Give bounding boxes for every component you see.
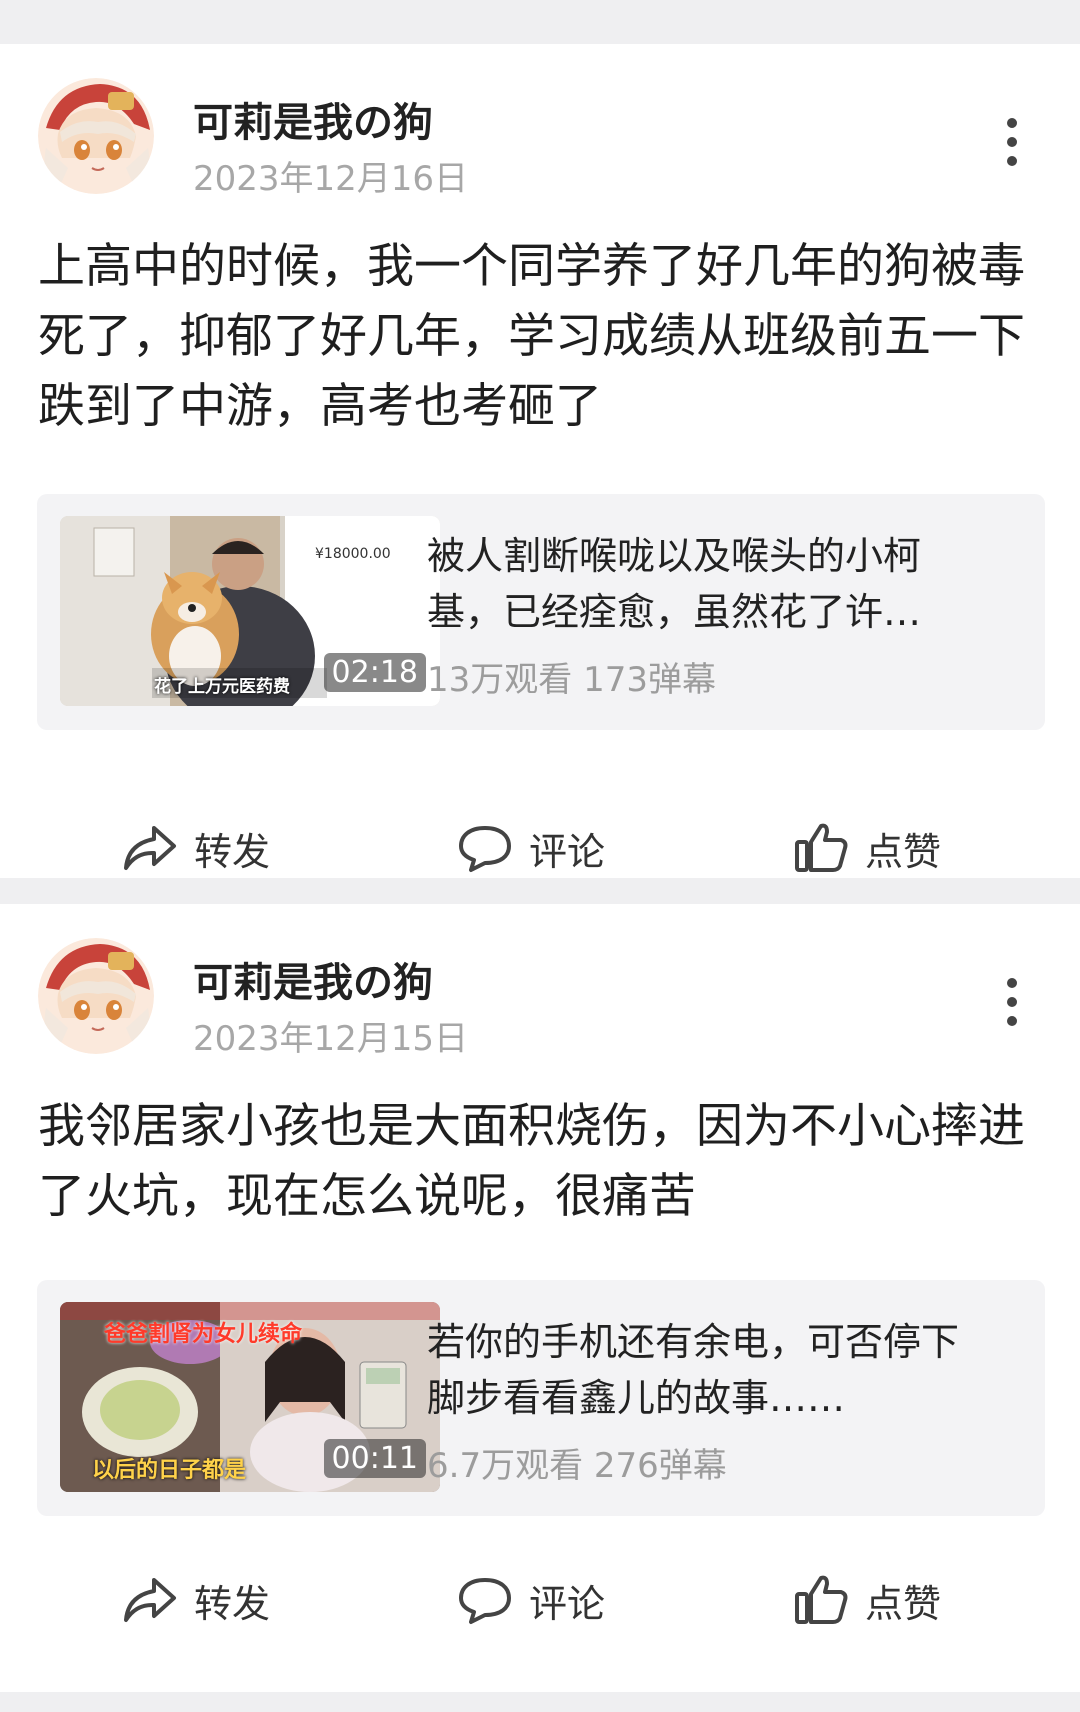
post-card: 可莉是我の狗 2023年12月15日 我邻居家小孩也是大面积烧伤，因为不小心摔进…	[0, 904, 1080, 1692]
share-label: 转发	[194, 1581, 271, 1626]
video-stats: 6.7万观看 276弹幕	[427, 1446, 727, 1486]
video-duration: 02:18	[323, 653, 426, 692]
thumbs-up-icon	[795, 823, 848, 872]
video-stats: 13万观看 173弹幕	[427, 660, 716, 700]
comment-button[interactable]: 评论	[457, 808, 605, 888]
action-bar: 转发 评论 点赞	[0, 1560, 1080, 1640]
video-thumbnail[interactable]: ¥18000.00 花了上万元医药费 02:18	[60, 516, 440, 706]
post-date: 2023年12月15日	[193, 1019, 469, 1059]
more-options-icon[interactable]	[1002, 118, 1022, 174]
share-button[interactable]: 转发	[122, 1560, 270, 1640]
post-card: 可莉是我の狗 2023年12月16日 上高中的时候，我一个同学养了好几年的狗被毒…	[0, 44, 1080, 878]
share-icon	[124, 826, 176, 870]
thumbnail-caption: 花了上万元医药费	[154, 677, 290, 697]
bottom-gap	[0, 1692, 1080, 1712]
avatar[interactable]	[38, 938, 154, 1054]
more-options-icon[interactable]	[1002, 978, 1022, 1034]
like-button[interactable]: 点赞	[793, 808, 941, 888]
like-label: 点赞	[865, 1581, 942, 1626]
video-card[interactable]: 爸爸割肾为女儿续命 以后的日子都是 00:11 若你的手机还有余电，可否停下脚步…	[37, 1280, 1045, 1516]
share-label: 转发	[194, 829, 271, 874]
post-text: 我邻居家小孩也是大面积烧伤，因为不小心摔进了火坑，现在怎么说呢，很痛苦	[38, 1099, 1025, 1224]
post-text: 上高中的时候，我一个同学养了好几年的狗被毒死了，抑郁了好几年，学习成绩从班级前五…	[38, 239, 1025, 434]
avatar-image	[38, 78, 154, 194]
post-date: 2023年12月16日	[193, 159, 469, 199]
comment-button[interactable]: 评论	[457, 1560, 605, 1640]
video-card[interactable]: ¥18000.00 花了上万元医药费 02:18 被人割断喉咙以及喉头的小柯基，…	[37, 494, 1045, 730]
thumbnail-amount: ¥18000.00	[315, 546, 391, 562]
like-label: 点赞	[865, 829, 942, 874]
action-bar: 转发 评论 点赞	[0, 808, 1080, 888]
video-title[interactable]: 被人割断喉咙以及喉头的小柯基，已经痊愈，虽然花了许…	[427, 528, 982, 640]
author-name[interactable]: 可莉是我の狗	[193, 950, 433, 1008]
top-gap	[0, 0, 1080, 44]
comment-icon	[459, 826, 511, 872]
author-name[interactable]: 可莉是我の狗	[193, 90, 433, 148]
video-thumbnail[interactable]: 爸爸割肾为女儿续命 以后的日子都是 00:11	[60, 1302, 440, 1492]
share-button[interactable]: 转发	[122, 808, 270, 888]
like-button[interactable]: 点赞	[793, 1560, 941, 1640]
comment-label: 评论	[529, 1581, 606, 1626]
thumbnail-caption-top: 爸爸割肾为女儿续命	[104, 1322, 303, 1347]
avatar-image	[38, 938, 154, 1054]
thumbs-up-icon	[795, 1575, 848, 1624]
video-title[interactable]: 若你的手机还有余电，可否停下脚步看看鑫儿的故事……	[427, 1314, 982, 1426]
comment-icon	[459, 1578, 511, 1624]
thumbnail-caption-bottom: 以后的日子都是	[92, 1458, 247, 1483]
avatar[interactable]	[38, 78, 154, 194]
comment-label: 评论	[529, 829, 606, 874]
video-duration: 00:11	[323, 1439, 426, 1478]
share-icon	[124, 1578, 176, 1622]
